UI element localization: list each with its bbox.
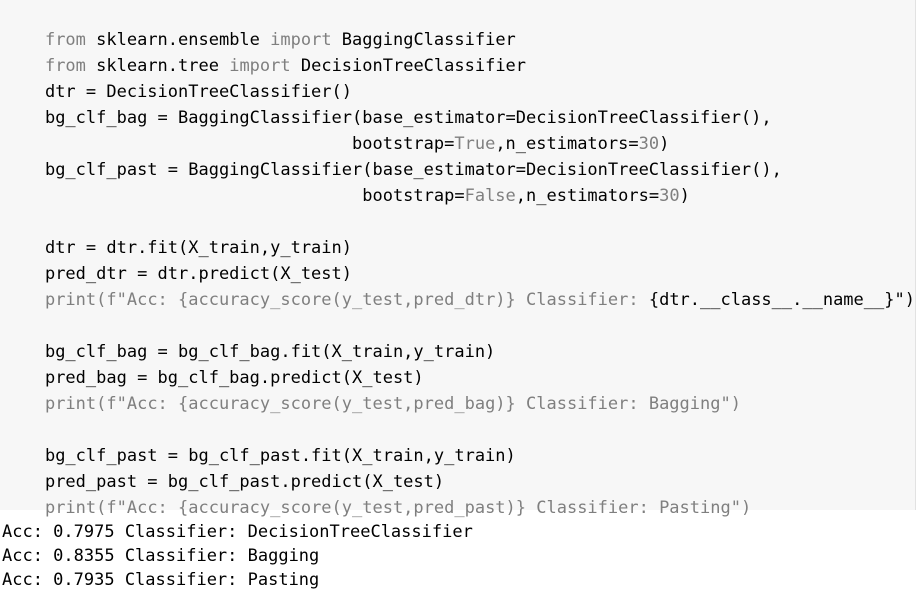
string-literal: (f"Acc: {accuracy_score(y_test,pred_past… xyxy=(96,498,527,518)
code-line-6: bg_clf_past = BaggingClassifier(base_est… xyxy=(4,131,782,180)
builtin-print: print xyxy=(44,394,97,414)
code-line-19: print(f"Acc: {accuracy_score(y_test,pred… xyxy=(4,469,751,518)
output-line-2: Acc: 0.8355 Classifier: Bagging xyxy=(2,546,320,566)
string-literal: (f"Acc: {accuracy_score(y_test,pred_dtr)… xyxy=(96,290,516,310)
string-literal: Classifier: Pasting xyxy=(526,498,731,518)
builtin-print: print xyxy=(44,290,97,310)
output-line-3: Acc: 0.7935 Classifier: Pasting xyxy=(2,570,320,590)
code-text: ) xyxy=(679,186,690,206)
code-text: bootstrap= xyxy=(44,186,465,206)
code-cell-input[interactable]: from sklearn.ensemble import BaggingClas… xyxy=(0,0,916,518)
string-literal: ") xyxy=(720,394,741,414)
code-line-17: bg_clf_past = bg_clf_past.fit(X_train,y_… xyxy=(4,417,516,466)
number-literal: 30 xyxy=(659,186,680,206)
code-line-15: print(f"Acc: {accuracy_score(y_test,pred… xyxy=(4,365,741,414)
string-literal: ") xyxy=(730,498,752,518)
code-line-7: bootstrap=False,n_estimators=30) xyxy=(4,157,690,206)
code-line-11: print(f"Acc: {accuracy_score(y_test,pred… xyxy=(4,261,915,310)
code-line-3: dtr = DecisionTreeClassifier() xyxy=(4,53,352,102)
code-line-4: bg_clf_bag = BaggingClassifier(base_esti… xyxy=(4,79,772,128)
string-literal: Classifier: xyxy=(515,290,649,310)
code-line-13: bg_clf_bag = bg_clf_bag.fit(X_train,y_tr… xyxy=(4,313,495,362)
code-line-2: from sklearn.tree import DecisionTreeCla… xyxy=(4,27,526,76)
code-line-10: pred_dtr = dtr.predict(X_test) xyxy=(4,235,352,284)
code-line-9: dtr = dtr.fit(X_train,y_train) xyxy=(4,209,352,258)
keyword: False xyxy=(464,186,516,206)
string-literal: Classifier: Bagging xyxy=(515,394,721,414)
output-line-1: Acc: 0.7975 Classifier: DecisionTreeClas… xyxy=(2,522,473,542)
string-literal: (f"Acc: {accuracy_score(y_test,pred_bag)… xyxy=(96,394,516,414)
builtin-print: print xyxy=(44,498,97,518)
code-line-1: from sklearn.ensemble import BaggingClas… xyxy=(4,1,516,50)
code-line-14: pred_bag = bg_clf_bag.predict(X_test) xyxy=(4,339,424,388)
code-line-18: pred_past = bg_clf_past.predict(X_test) xyxy=(4,443,444,492)
code-text: {dtr.__class__.__name__}") xyxy=(648,290,915,310)
code-text: ,n_estimators= xyxy=(515,186,660,206)
code-line-5: bootstrap=True,n_estimators=30) xyxy=(4,105,669,154)
